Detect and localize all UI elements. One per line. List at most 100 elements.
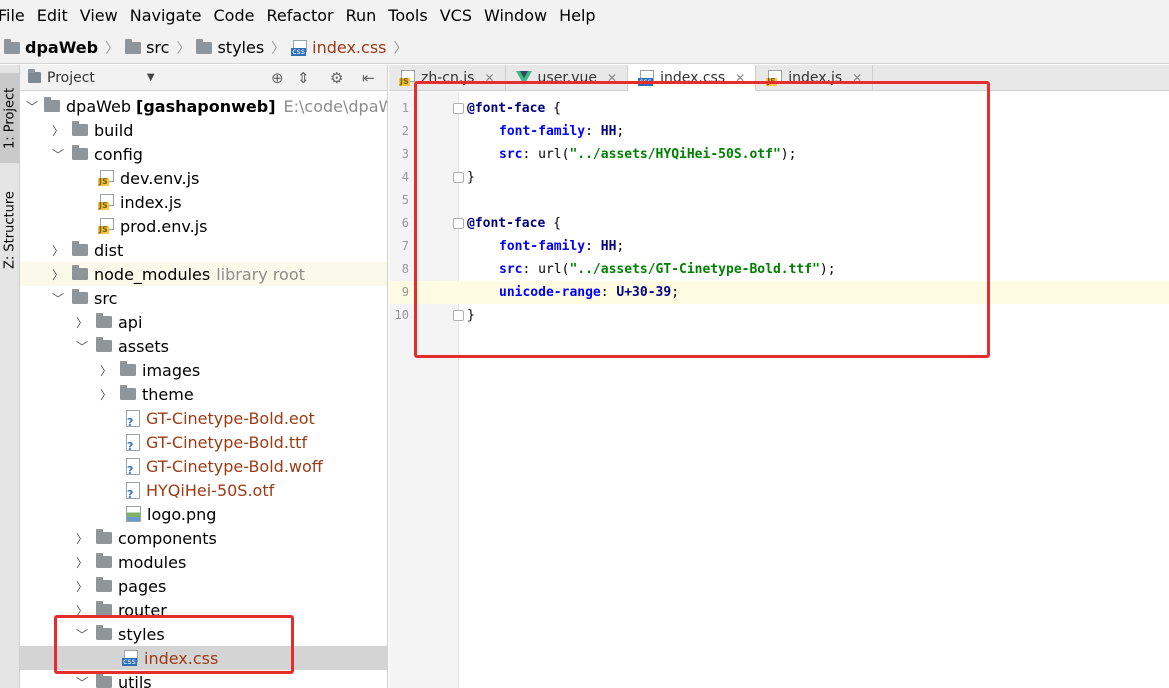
tree-node-theme[interactable]: 〉 theme	[20, 382, 387, 406]
tree-node-src[interactable]: ﹀ src	[20, 286, 387, 310]
close-icon[interactable]: ✕	[735, 71, 745, 85]
tree-node-config[interactable]: ﹀ config	[20, 142, 387, 166]
fold-icon[interactable]	[453, 218, 464, 229]
fold-icon[interactable]	[453, 172, 464, 183]
js-file-icon	[98, 170, 114, 186]
tree-node-build[interactable]: 〉 build	[20, 118, 387, 142]
js-file-icon	[399, 70, 415, 86]
chevron-right-icon[interactable]: 〉	[98, 362, 114, 379]
chevron-down-icon[interactable]: ﹀	[50, 290, 66, 307]
chevron-right-icon[interactable]: 〉	[74, 530, 90, 547]
tree-node-router[interactable]: 〉 router	[20, 598, 387, 622]
chevron-down-icon[interactable]: ﹀	[74, 626, 90, 643]
tree-node-dev-env-js[interactable]: dev.env.js	[20, 166, 387, 190]
tree-node-pages[interactable]: 〉 pages	[20, 574, 387, 598]
chevron-right-icon[interactable]: 〉	[98, 386, 114, 403]
tree-node-modules[interactable]: 〉 modules	[20, 550, 387, 574]
code-line: 5	[401, 193, 409, 207]
chevron-down-icon[interactable]: ﹀	[26, 98, 38, 115]
menu-run[interactable]: Run	[340, 0, 383, 32]
folder-icon	[72, 265, 88, 280]
tree-node-utils[interactable]: ﹀ utils	[20, 670, 387, 688]
tree-node-index-css[interactable]: index.css	[20, 646, 387, 670]
menu-tools[interactable]: Tools	[382, 0, 433, 32]
menu-view[interactable]: View	[74, 0, 124, 32]
folder-icon	[196, 38, 213, 54]
menu-vcs[interactable]: VCS	[434, 0, 478, 32]
project-tool-tab[interactable]: 1: Project	[0, 73, 20, 163]
folder-icon	[120, 361, 136, 376]
unknown-file-icon	[126, 433, 140, 452]
close-icon[interactable]: ✕	[484, 71, 494, 85]
breadcrumb-index-css[interactable]: index.css〉	[291, 38, 413, 58]
tree-node-dpaweb[interactable]: ﹀ dpaWeb [gashaponweb] E:\code\dpaWeb	[20, 94, 387, 118]
breadcrumb-src[interactable]: src 〉	[125, 38, 196, 58]
close-icon[interactable]: ✕	[852, 71, 862, 85]
structure-tool-tab[interactable]: Z: Structure	[0, 185, 20, 275]
folder-icon	[72, 241, 88, 256]
tab-zh-cn-js[interactable]: zh-cn.js ✕	[389, 65, 506, 91]
menu-edit[interactable]: Edit	[31, 0, 74, 32]
fold-icon[interactable]	[453, 310, 464, 321]
project-panel-header: Project ▼ ⊕ ⇕ ⚙ ⇤	[20, 65, 387, 91]
unknown-file-icon	[126, 457, 140, 476]
tab-index-css[interactable]: index.css ✕	[628, 65, 757, 91]
folder-icon	[4, 38, 20, 54]
tree-node-gt-eot[interactable]: GT-Cinetype-Bold.eot	[20, 406, 387, 430]
menu-code[interactable]: Code	[208, 0, 261, 32]
tree-node-logo-png[interactable]: logo.png	[20, 502, 387, 526]
code-editor[interactable]: 1 @font-face { 2 font-family: HH; 3 src:…	[389, 92, 1169, 688]
folder-icon	[125, 38, 142, 54]
breadcrumb-styles[interactable]: styles 〉	[196, 38, 291, 58]
tree-node-hyqihei-otf[interactable]: HYQiHei-50S.otf	[20, 478, 387, 502]
chevron-down-icon[interactable]: ﹀	[74, 338, 90, 355]
tree-node-gt-woff[interactable]: GT-Cinetype-Bold.woff	[20, 454, 387, 478]
breadcrumb-dpaweb[interactable]: dpaWeb 〉	[4, 38, 125, 58]
menu-refactor[interactable]: Refactor	[260, 0, 339, 32]
tree-node-dist[interactable]: 〉 dist	[20, 238, 387, 262]
editor-tab-bar: zh-cn.js ✕ user.vue ✕ index.css ✕ index.…	[389, 65, 1169, 91]
tree-node-components[interactable]: 〉 components	[20, 526, 387, 550]
menu-navigate[interactable]: Navigate	[124, 0, 208, 32]
project-view-selector[interactable]: Project	[47, 70, 95, 86]
close-icon[interactable]: ✕	[607, 71, 617, 85]
tree-node-images[interactable]: 〉 images	[20, 358, 387, 382]
locate-icon[interactable]: ⊕	[271, 69, 284, 87]
tab-index-js[interactable]: index.js ✕	[756, 65, 874, 91]
folder-icon	[96, 337, 112, 352]
fold-icon[interactable]	[453, 103, 464, 114]
chevron-down-icon[interactable]: ﹀	[50, 146, 66, 163]
tree-node-gt-ttf[interactable]: GT-Cinetype-Bold.ttf	[20, 430, 387, 454]
menu-window[interactable]: Window	[478, 0, 553, 32]
chevron-right-icon[interactable]: 〉	[74, 554, 90, 571]
tree-node-styles[interactable]: ﹀ styles	[20, 622, 387, 646]
code-line: 1 @font-face {	[401, 101, 561, 116]
chevron-right-icon[interactable]: 〉	[50, 122, 66, 139]
tree-node-prod-env-js[interactable]: prod.env.js	[20, 214, 387, 238]
chevron-right-icon: 〉	[271, 40, 286, 57]
menu-file[interactable]: File	[0, 0, 31, 32]
chevron-right-icon[interactable]: 〉	[50, 242, 66, 259]
chevron-right-icon[interactable]: 〉	[74, 578, 90, 595]
menu-bar: File Edit View Navigate Code Refactor Ru…	[0, 0, 1169, 32]
chevron-right-icon[interactable]: 〉	[74, 602, 90, 619]
hide-panel-icon[interactable]: ⇤	[362, 69, 375, 87]
tree-node-assets[interactable]: ﹀ assets	[20, 334, 387, 358]
tree-node-api[interactable]: 〉 api	[20, 310, 387, 334]
chevron-right-icon: 〉	[176, 40, 191, 57]
chevron-right-icon[interactable]: 〉	[50, 266, 66, 283]
collapse-all-icon[interactable]: ⇕	[297, 69, 310, 87]
tree-node-node-modules[interactable]: 〉 node_modules library root	[20, 262, 387, 286]
chevron-right-icon[interactable]: 〉	[74, 314, 90, 331]
tree-node-index-js[interactable]: index.js	[20, 190, 387, 214]
chevron-down-icon[interactable]: ﹀	[74, 674, 90, 688]
chevron-down-icon[interactable]: ▼	[147, 72, 155, 83]
code-line: 2 font-family: HH;	[401, 124, 625, 139]
folder-icon	[96, 625, 112, 640]
folder-icon	[96, 673, 112, 688]
menu-help[interactable]: Help	[553, 0, 601, 32]
css-file-icon	[291, 39, 308, 56]
tab-user-vue[interactable]: user.vue ✕	[506, 65, 629, 91]
vue-file-icon	[515, 71, 532, 85]
gear-icon[interactable]: ⚙	[330, 69, 343, 87]
